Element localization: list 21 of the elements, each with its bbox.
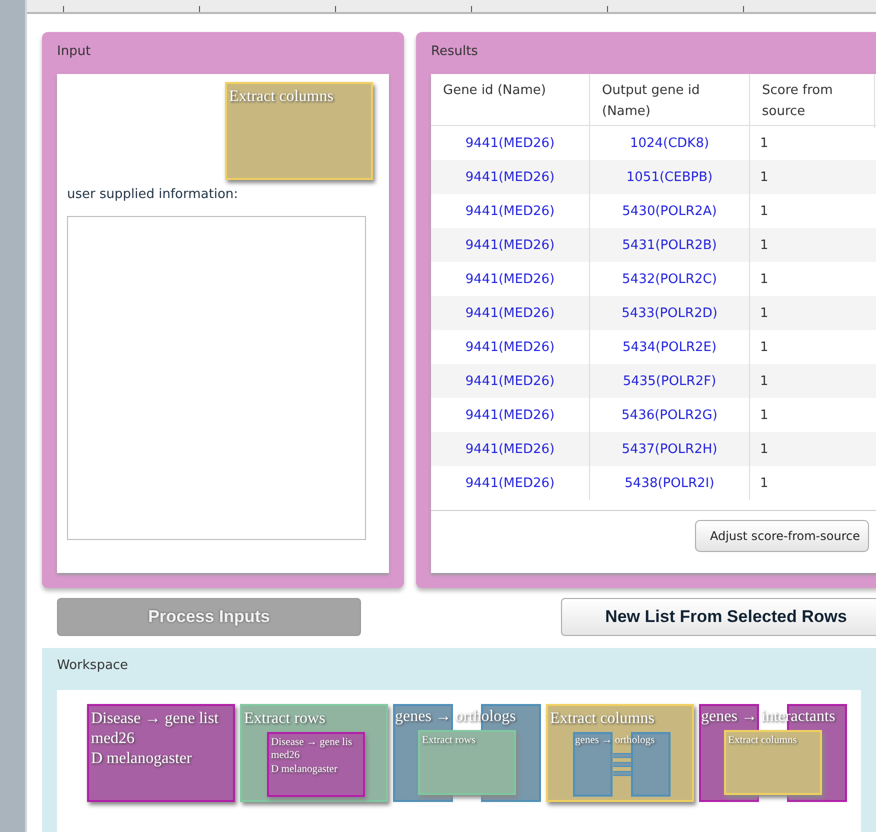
table-cell: 1 [750,466,876,500]
node-title: Disease → gene list [91,710,219,728]
adjust-button[interactable]: Adjust score-from-source [694,520,869,552]
node-text: med26 [91,729,136,750]
node-title: Disease → gene lis [271,737,352,748]
node-title: Extract columns [550,710,654,728]
node-text: D melanogaster [91,749,193,770]
panel-title: Input [57,44,92,61]
gene-link[interactable]: 5438(POLR2I) [590,466,750,500]
panel-title: Workspace [57,658,130,675]
node-text: med26 [271,749,301,763]
panel-title: Results [431,44,479,61]
new-list-button[interactable]: New List From Selected Rows [561,598,876,636]
node-title: Extract rows [244,710,326,728]
gene-link[interactable]: 9441(MED26) [431,466,590,500]
workflow-node[interactable]: Disease → gene list med26 D melanogaster [87,704,235,802]
node-title: Extract columns [229,88,334,106]
field-label: user supplied information: [67,187,240,202]
node-title: Extract columns [728,735,797,746]
node-title: Extract rows [422,735,476,746]
input-field[interactable] [67,216,366,540]
